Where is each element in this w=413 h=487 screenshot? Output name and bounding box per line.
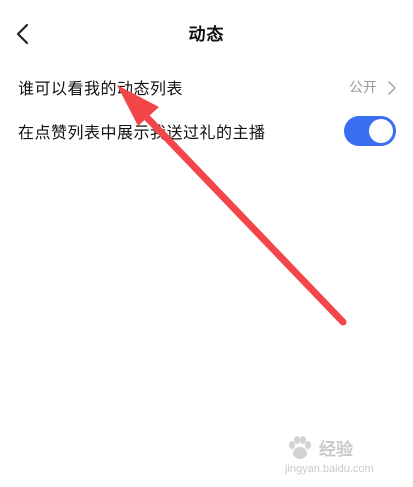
setting-row-visibility[interactable]: 谁可以看我的动态列表 公开 <box>0 66 413 110</box>
setting-row-gift-display: 在点赞列表中展示我送过礼的主播 <box>0 110 413 154</box>
baidu-jingyan-watermark: 经验 jingyan.baidu.com <box>285 433 395 477</box>
watermark-url: jingyan.baidu.com <box>285 463 374 475</box>
top-bar: 动态 <box>0 0 413 66</box>
setting-value-visibility: 公开 <box>349 80 377 96</box>
setting-label-gift-display: 在点赞列表中展示我送过礼的主播 <box>18 123 266 142</box>
chevron-right-icon <box>388 81 396 95</box>
paw-icon <box>289 436 311 459</box>
gift-display-toggle[interactable] <box>344 116 396 146</box>
toggle-knob <box>369 119 393 143</box>
watermark-text: 经验 <box>319 440 353 460</box>
setting-label-visibility: 谁可以看我的动态列表 <box>18 79 184 98</box>
page-title: 动态 <box>188 25 225 45</box>
